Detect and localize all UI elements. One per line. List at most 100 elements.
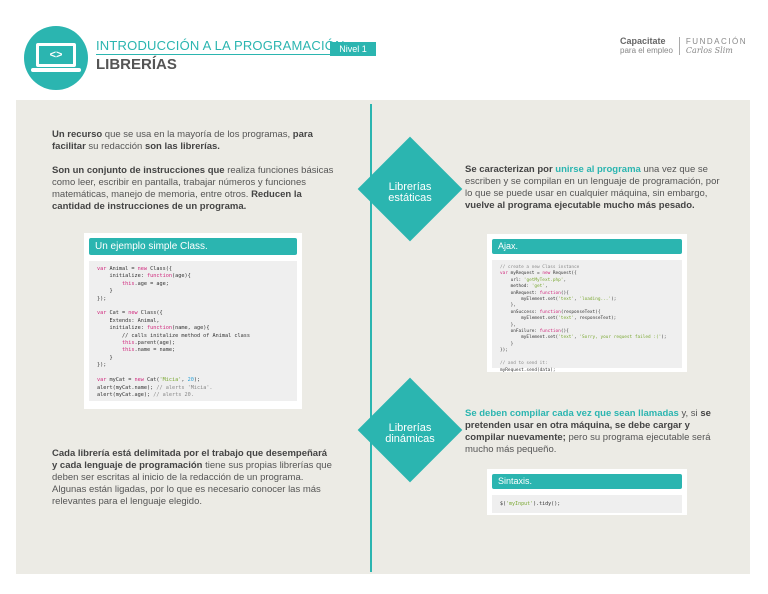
ajax-example-card: Ajax. // create a new Class instance var … (487, 234, 687, 373)
code-token: myElement.set( (500, 335, 559, 341)
code-line: Extends: Animal, (97, 318, 289, 325)
code-block: var Animal = new Class({ initialize: fun… (89, 261, 297, 401)
code-line: initialize: function(name, age){ (97, 325, 289, 332)
code-block: $('myInput').tidy(); (492, 495, 682, 513)
code-line: // calls initalize method of Animal clas… (97, 333, 289, 340)
code-token: ); (193, 377, 201, 384)
code-token: var (97, 377, 107, 384)
libraries-paragraph: Cada librería está delimitada por el tra… (52, 448, 334, 508)
code-token: this (122, 347, 135, 354)
code-token: alert(myCat.age); (97, 391, 154, 398)
code-line: $('myInput').tidy(); (500, 501, 674, 508)
course-title: INTRODUCCIÓN A LA PROGRAMACIÓN (96, 38, 345, 53)
code-token: , (544, 284, 548, 290)
code-token: // alerts 20. (153, 391, 194, 398)
card-title: Ajax. (492, 239, 682, 254)
code-token: }, (500, 322, 516, 328)
code-token: (name, age){ (171, 325, 210, 332)
code-token: Extends: Animal, (97, 317, 160, 324)
code-token: Cat( (143, 377, 160, 384)
code-token: }); (97, 362, 107, 369)
code-token: this (122, 280, 135, 287)
code-token: 'text' (558, 335, 575, 341)
code-token: this (122, 340, 135, 347)
static-paragraph: Se caracterizan por unirse al programa u… (465, 164, 720, 212)
code-token: var (97, 266, 107, 272)
code-token: function (539, 309, 561, 315)
code-block: // create a new Class instance var myRequ… (492, 260, 682, 373)
text-segment: Se caracterizan por (465, 164, 556, 175)
code-token: } (97, 354, 113, 361)
code-line: }); (97, 362, 289, 369)
dynamic-label: Librerías dinámicas (385, 422, 435, 445)
code-token: ); (661, 335, 667, 341)
code-token: var (500, 271, 508, 277)
code-token: alert(myCat.name); (97, 384, 157, 391)
level-badge: Nivel 1 (330, 42, 376, 56)
card-title: Sintaxis. (492, 474, 682, 489)
code-token: 'text' (558, 316, 575, 322)
code-token: function (539, 329, 561, 335)
capacitate-logo: Capacitate para el empleo (620, 36, 673, 55)
code-token: .age = age; (134, 280, 169, 287)
code-line: myElement.set('text', 'Sorry, your reque… (500, 335, 674, 341)
static-label: Librerías estáticas (388, 181, 432, 204)
code-token: // create a new Class instance (500, 265, 580, 270)
code-token: url: (500, 277, 524, 283)
code-token: new (128, 310, 138, 317)
code-token: // and to send it: (500, 361, 548, 367)
text-segment: y, si (678, 408, 701, 419)
text-segment: Un recurso (52, 129, 103, 140)
code-token: }, (500, 303, 516, 309)
code-token: onFailure: (500, 329, 540, 335)
code-token: Animal = (106, 266, 138, 272)
dynamic-paragraph: Se deben compilar cada vez que sean llam… (465, 408, 720, 456)
code-token: var (97, 310, 107, 317)
text-segment: unirse al programa (555, 164, 641, 175)
code-line: } (97, 355, 289, 362)
code-token: function (146, 325, 172, 332)
code-token: Class({ (146, 266, 172, 272)
code-token: myElement.set( (500, 297, 559, 303)
code-token: Cat = (106, 310, 129, 317)
code-line: var Animal = new Class({ (97, 266, 289, 273)
code-token: ).tidy(); (533, 501, 561, 507)
code-token: 'Sorry, your request failed :(' (579, 335, 662, 341)
code-token: 'getMyText.php' (523, 277, 564, 283)
code-line: } (97, 288, 289, 295)
code-token: // calls initalize method of Animal clas… (97, 332, 251, 339)
brand-logos: Capacitate para el empleo FUNDACIÓN Carlos… (620, 36, 747, 55)
code-token: onSuccess: (500, 309, 540, 315)
code-token: , (563, 277, 567, 283)
text-segment: su redacción (85, 141, 145, 152)
code-token: 'loading...' (579, 297, 612, 303)
syntax-example-card: Sintaxis. $('myInput').tidy(); (487, 469, 687, 515)
code-token: }); (500, 348, 508, 354)
code-token: myElement.set( (500, 316, 559, 322)
code-token: ); (611, 297, 617, 303)
code-line: alert(myCat.name); // alerts 'Micia'. (97, 385, 289, 392)
code-token: 'text' (558, 297, 575, 303)
code-token: }); (97, 295, 107, 302)
code-token: // alerts 'Micia'. (156, 384, 213, 391)
code-token: Class({ (137, 310, 163, 317)
code-token: method: (500, 284, 532, 290)
code-token: function (539, 290, 561, 296)
text-segment: Son un conjunto de instrucciones que (52, 165, 225, 176)
code-line: }); (97, 296, 289, 303)
code-token: initialize: (97, 325, 147, 332)
code-token: 'Micia' (159, 377, 182, 384)
code-line: alert(myCat.age); // alerts 20. (97, 392, 289, 399)
code-token: initialize: (97, 273, 147, 280)
text-segment: son las librerías. (144, 141, 220, 152)
code-token: 'myInput' (506, 501, 534, 507)
code-token: Request({ (550, 271, 577, 277)
code-token: } (500, 341, 514, 347)
fundacion-logo: FUNDACIÓN Carlos Slim (685, 36, 747, 55)
definition-paragraph: Son un conjunto de instrucciones que rea… (52, 165, 334, 213)
header: <> INTRODUCCIÓN A LA PROGRAMACIÓN Nivel … (0, 0, 768, 100)
